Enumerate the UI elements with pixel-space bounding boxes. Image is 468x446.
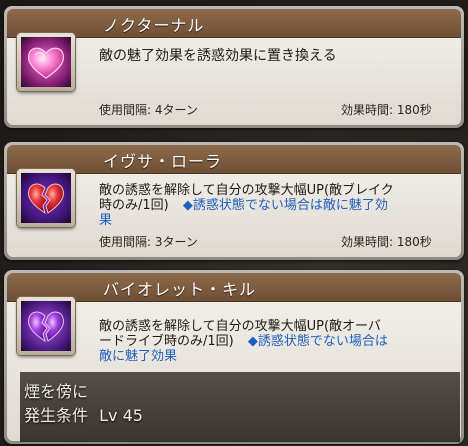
condition-note-cont: 果 (99, 213, 113, 228)
pink-heart-icon (17, 33, 75, 91)
description-line-part: ードライブ時のみ/1回) (99, 334, 234, 349)
broken-violet-heart-icon (17, 297, 75, 355)
broken-red-heart-icon (17, 169, 75, 227)
skill-name: バイオレット・キル (103, 280, 257, 299)
condition-note-cont: 敵に魅了効果 (99, 349, 178, 364)
skill-name: ノクターナル (103, 16, 205, 35)
skill-description: 敵の魅了効果を誘惑効果に置き換える (99, 49, 337, 64)
description-line-part: 時のみ/1回) (99, 198, 169, 213)
condition-note: ◆誘惑状態でない場合は (247, 334, 388, 349)
unlock-level: Lv 45 (99, 406, 143, 425)
skill-card-body: ノクターナル 敵の魅了効果を誘惑効果に置き換える 使用間隔: 4ターン 効果時間… (7, 9, 461, 125)
skill-card-nocturnal[interactable]: ノクターナル 敵の魅了効果を誘惑効果に置き換える 使用間隔: 4ターン 効果時間… (4, 6, 464, 128)
description-line: ードライブ時のみ/1回) ◆誘惑状態でない場合は (99, 334, 449, 349)
cooldown-text: 使用間隔: 4ターン (99, 103, 198, 117)
duration-text: 効果時間: 180秒 (341, 235, 432, 249)
skill-description: 敵の誘惑を解除して自分の攻撃大幅UP(敵オーバ ードライブ時のみ/1回) ◆誘惑… (99, 319, 449, 364)
skill-card-iveusa-lora[interactable]: イヴサ・ローラ 敵の誘惑を解除して自分の攻撃大幅UP(敵ブレイク 時のみ/1回)… (4, 142, 464, 260)
skill-title-bar: ノクターナル (7, 9, 461, 38)
description-line: 敵の誘惑を解除して自分の攻撃大幅UP(敵オーバ (99, 319, 381, 334)
duration-text: 効果時間: 180秒 (341, 103, 432, 117)
description-line: 敵の誘惑を解除して自分の攻撃大幅UP(敵ブレイク (99, 183, 394, 198)
skill-card-body: イヴサ・ローラ 敵の誘惑を解除して自分の攻撃大幅UP(敵ブレイク 時のみ/1回)… (7, 145, 461, 257)
cooldown-text: 使用間隔: 3ターン (99, 235, 198, 249)
skill-list-screen: ノクターナル 敵の魅了効果を誘惑効果に置き換える 使用間隔: 4ターン 効果時間… (0, 0, 468, 446)
skill-description: 敵の誘惑を解除して自分の攻撃大幅UP(敵ブレイク 時のみ/1回) ◆誘惑状態でな… (99, 183, 449, 228)
skill-title-bar: イヴサ・ローラ (7, 145, 461, 174)
unlock-condition: 発生条件 Lv 45 (24, 402, 143, 426)
skill-name: イヴサ・ローラ (103, 152, 223, 171)
unlock-label: 煙を傍に (24, 382, 89, 401)
skill-title-bar: バイオレット・キル (7, 273, 461, 302)
condition-label: 発生条件 (24, 406, 89, 425)
description-line: 時のみ/1回) ◆誘惑状態でない場合は敵に魅了効 (99, 198, 449, 213)
description-line: 敵の魅了効果を誘惑効果に置き換える (99, 48, 337, 64)
condition-note: ◆誘惑状態でない場合は敵に魅了効 (182, 198, 388, 213)
